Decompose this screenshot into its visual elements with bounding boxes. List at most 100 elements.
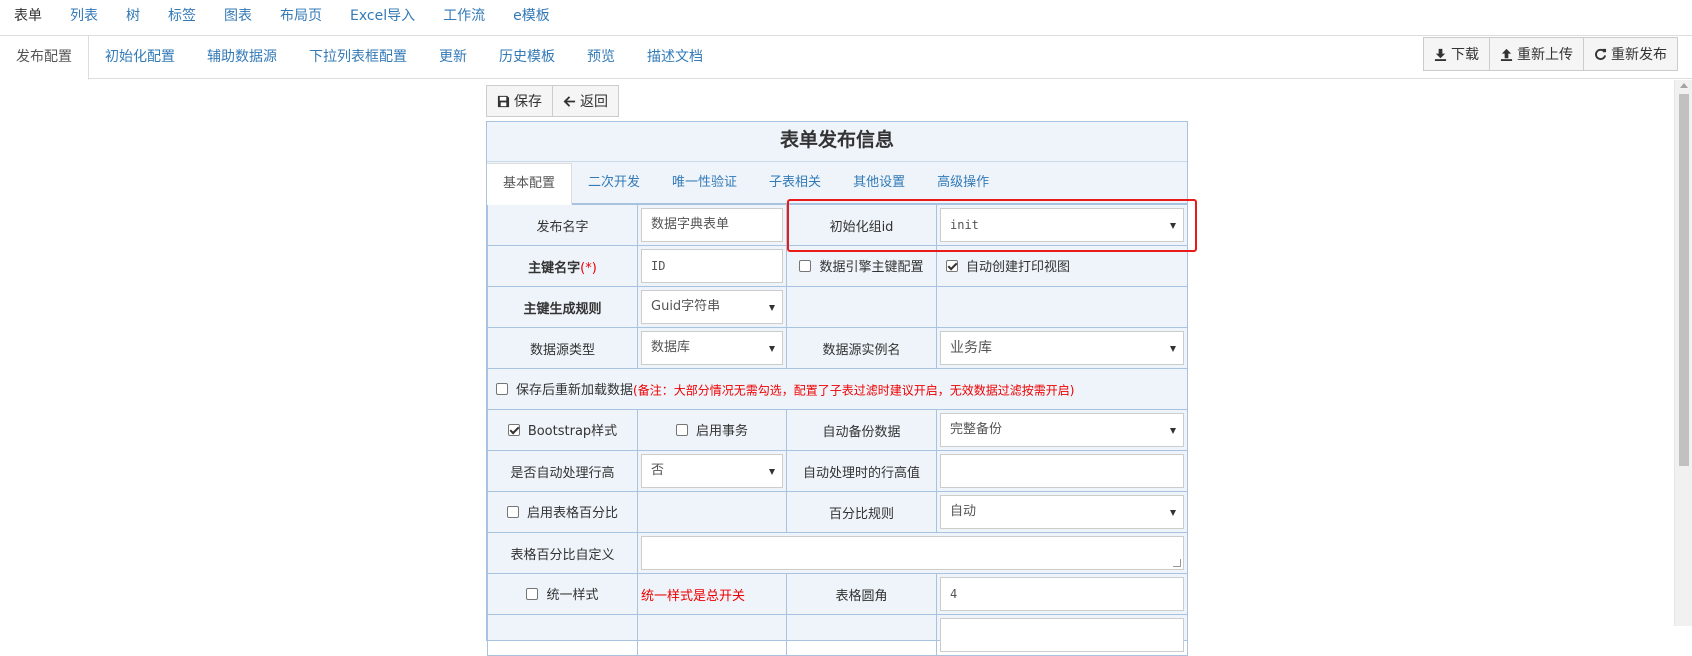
table-percent-label: 启用表格百分比: [526, 506, 618, 522]
bootstrap-checkbox[interactable]: Bootstrap样式: [507, 420, 618, 440]
top-nav-tag[interactable]: 标签: [154, 0, 210, 35]
transaction-box[interactable]: [675, 423, 688, 436]
pk-rule-label: 主键生成规则: [487, 286, 638, 328]
percent-rule-label: 百分比规则: [786, 491, 937, 533]
top-nav-list[interactable]: 列表: [56, 0, 112, 35]
tab-aux-datasource[interactable]: 辅助数据源: [191, 36, 293, 79]
bootstrap-label: Bootstrap样式: [527, 424, 618, 440]
tab-basic-config[interactable]: 基本配置: [487, 163, 573, 205]
init-group-label: 初始化组id: [786, 204, 937, 246]
table-radius-label: 表格圆角: [786, 573, 937, 615]
top-nav-excel-import[interactable]: Excel导入: [336, 0, 429, 35]
engine-pk-box[interactable]: [799, 259, 812, 272]
reload-checkbox[interactable]: 保存后重新加载数据: [496, 379, 633, 398]
top-nav-tree[interactable]: 树: [112, 0, 154, 35]
auto-print-box[interactable]: [946, 259, 958, 272]
top-nav-form[interactable]: 表单: [0, 0, 56, 35]
reload-label: 保存后重新加载数据: [516, 383, 634, 399]
top-nav-chart[interactable]: 图表: [210, 0, 266, 35]
ds-instance-select[interactable]: 业务库: [940, 331, 1184, 365]
empty-cell: [487, 614, 638, 656]
table-row: 保存后重新加载数据 (备注：大部分情况无需勾选，配置了子表过滤时建议开启，无效数据…: [487, 368, 1188, 410]
download-button[interactable]: 下载: [1423, 37, 1490, 71]
reload-box[interactable]: [496, 382, 508, 395]
tab-secondary-dev[interactable]: 二次开发: [572, 163, 656, 203]
table-row: [487, 614, 1188, 656]
tab-other-settings[interactable]: 其他设置: [837, 163, 921, 203]
resize-grip-icon[interactable]: [1173, 559, 1181, 567]
engine-pk-checkbox[interactable]: 数据引擎主键配置: [799, 256, 924, 275]
next-row-input[interactable]: [940, 618, 1184, 652]
pk-name-label-text: 主键名字: [528, 260, 581, 276]
top-nav: 表单 列表 树 标签 图表 布局页 Excel导入 工作流 e模板: [0, 0, 1692, 36]
tab-history-template[interactable]: 历史模板: [483, 36, 571, 79]
tab-dropdown-config[interactable]: 下拉列表框配置: [293, 36, 423, 79]
auto-backup-select[interactable]: 完整备份: [940, 413, 1184, 447]
top-nav-workflow[interactable]: 工作流: [429, 0, 499, 35]
table-row: 是否自动处理行高 否 自动处理时的行高值: [487, 450, 1188, 492]
top-nav-e-template[interactable]: e模板: [499, 0, 564, 35]
pk-rule-select[interactable]: Guid字符串: [641, 290, 783, 324]
chevron-down-icon: [1170, 346, 1176, 352]
unify-style-checkbox[interactable]: 统一样式: [526, 584, 599, 604]
tab-description-doc[interactable]: 描述文档: [631, 36, 719, 79]
refresh-icon: [1595, 48, 1607, 60]
top-nav-layout[interactable]: 布局页: [266, 0, 336, 35]
tab-advanced[interactable]: 高级操作: [921, 163, 1005, 203]
chevron-down-icon: [1170, 510, 1176, 516]
transaction-label: 启用事务: [695, 424, 748, 440]
percent-rule-value: 自动: [950, 504, 977, 519]
row-height-value-label: 自动处理时的行高值: [786, 450, 937, 492]
percent-custom-textarea[interactable]: [641, 536, 1184, 570]
tab-uniqueness-check[interactable]: 唯一性验证: [656, 163, 753, 203]
panel-tabs: 基本配置 二次开发 唯一性验证 子表相关 其他设置 高级操作: [487, 162, 1187, 205]
publish-info-panel: 表单发布信息 基本配置 二次开发 唯一性验证 子表相关 其他设置 高级操作 发布…: [486, 121, 1188, 656]
empty-cell: [786, 286, 937, 328]
unify-style-label: 统一样式: [546, 588, 599, 604]
table-radius-input[interactable]: 4: [940, 577, 1184, 611]
auto-backup-label: 自动备份数据: [786, 409, 937, 451]
percent-rule-select[interactable]: 自动: [940, 495, 1184, 529]
empty-cell: [637, 491, 787, 533]
empty-cell: [637, 614, 787, 656]
scroll-up-icon[interactable]: [1680, 83, 1688, 88]
tab-update[interactable]: 更新: [423, 36, 483, 79]
ds-type-value: 数据库: [651, 340, 691, 355]
tab-publish-config[interactable]: 发布配置: [0, 36, 89, 80]
tab-preview[interactable]: 预览: [571, 36, 631, 79]
required-mark: (*): [580, 260, 597, 276]
panel-title: 表单发布信息: [487, 122, 1187, 162]
save-button[interactable]: 保存: [486, 85, 553, 117]
bootstrap-box[interactable]: [507, 423, 520, 436]
auto-print-label: 自动创建打印视图: [966, 260, 1071, 276]
chevron-down-icon: [1170, 428, 1176, 434]
scrollbar-thumb[interactable]: [1679, 94, 1689, 466]
back-button[interactable]: 返回: [553, 85, 619, 117]
auto-row-height-select[interactable]: 否: [641, 454, 783, 488]
ds-type-select[interactable]: 数据库: [641, 331, 783, 365]
row-height-value-input[interactable]: [940, 454, 1184, 488]
unify-style-box[interactable]: [526, 587, 539, 600]
transaction-checkbox[interactable]: 启用事务: [675, 420, 748, 440]
pk-name-label: 主键名字(*): [487, 245, 638, 287]
download-icon: [1434, 48, 1447, 61]
reupload-button[interactable]: 重新上传: [1490, 37, 1584, 71]
back-label: 返回: [580, 94, 608, 110]
tab-subtable[interactable]: 子表相关: [753, 163, 837, 203]
init-group-select[interactable]: init: [940, 208, 1184, 242]
table-row: Bootstrap样式 启用事务 自动备份数据 完整备份: [487, 409, 1188, 451]
table-row: 主键生成规则 Guid字符串: [487, 286, 1188, 328]
vertical-scrollbar[interactable]: [1674, 80, 1692, 626]
top-button-group: 下载 重新上传 重新发布: [1423, 37, 1678, 71]
publish-name-input[interactable]: 数据字典表单: [641, 208, 783, 242]
table-percent-box[interactable]: [506, 505, 519, 518]
pk-rule-value: Guid字符串: [651, 299, 721, 314]
pk-name-input[interactable]: ID: [641, 249, 783, 283]
auto-print-checkbox[interactable]: 自动创建打印视图: [940, 256, 1070, 275]
republish-button[interactable]: 重新发布: [1584, 37, 1678, 71]
chevron-down-icon: [769, 346, 775, 352]
table-percent-checkbox[interactable]: 启用表格百分比: [506, 502, 618, 522]
table-row: 表格百分比自定义: [487, 532, 1188, 574]
ds-type-label: 数据源类型: [487, 327, 638, 369]
tab-init-config[interactable]: 初始化配置: [89, 36, 191, 79]
